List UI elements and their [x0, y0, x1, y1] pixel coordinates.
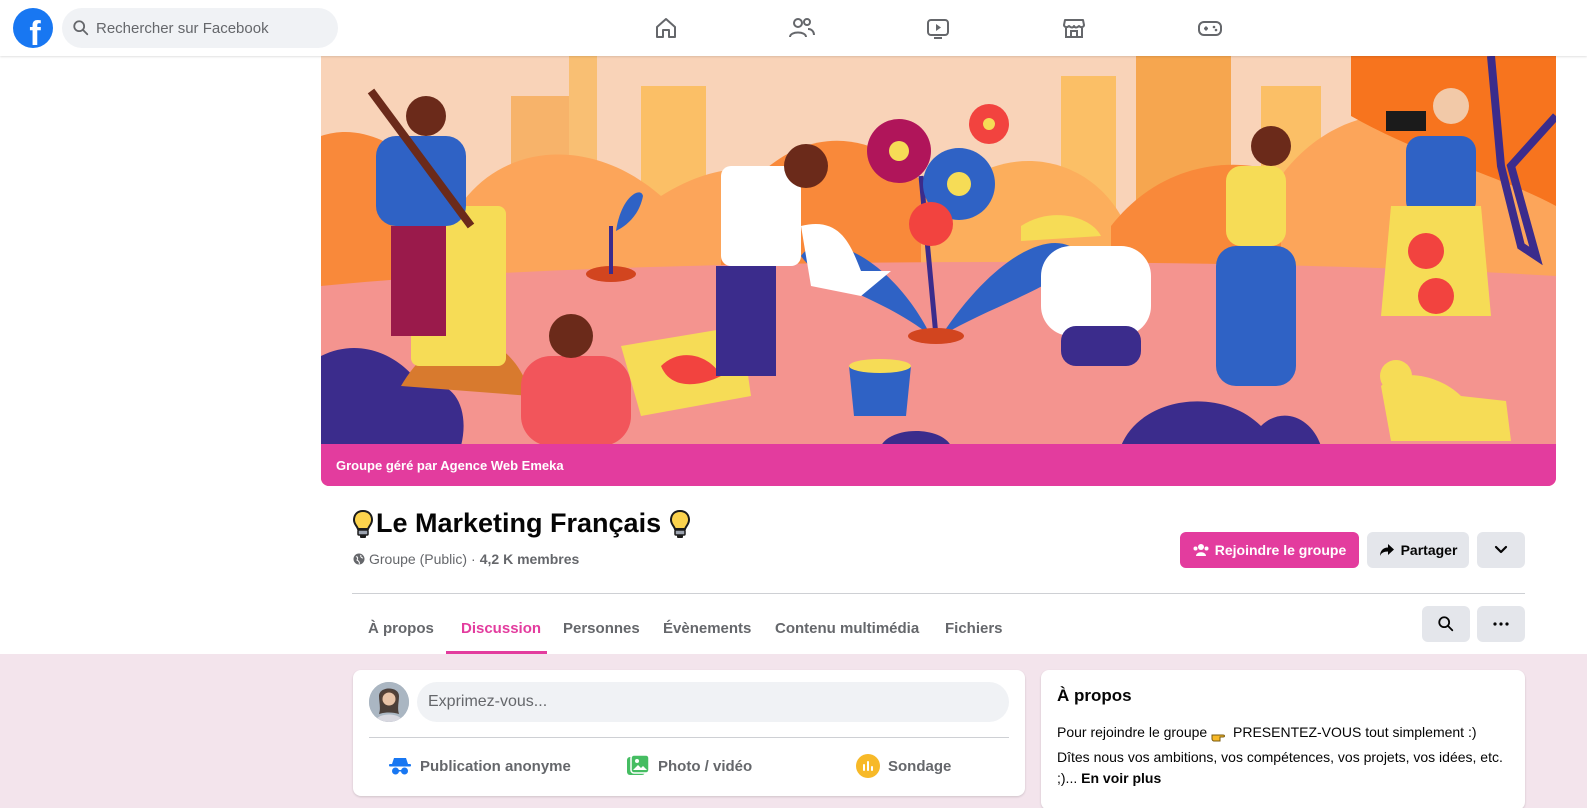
tab-media[interactable]: Contenu multimédia — [759, 604, 935, 652]
lightbulb-icon — [352, 509, 374, 538]
composer-input[interactable]: Exprimez-vous... — [417, 682, 1009, 722]
tab-discussion[interactable]: Discussion — [445, 604, 557, 652]
anonymous-icon — [389, 758, 411, 775]
header-divider — [352, 593, 1525, 594]
lightbulb-icon — [670, 509, 691, 538]
photo-icon — [627, 754, 650, 775]
pointing-hand-icon — [1211, 727, 1229, 742]
meta-separator: · — [471, 551, 476, 567]
avatar[interactable] — [369, 682, 409, 722]
about-line-1-start: Pour rejoindre le groupe — [1057, 724, 1208, 740]
member-count[interactable]: 4,2 K membres — [480, 551, 580, 567]
anonymous-post-button[interactable]: Publication anonyme — [388, 750, 571, 782]
search-input[interactable] — [96, 19, 316, 37]
poll-button[interactable]: Sondage — [856, 750, 951, 782]
search-box[interactable] — [62, 8, 338, 48]
share-icon — [1379, 544, 1394, 556]
poll-icon — [856, 754, 880, 778]
cover-illustration — [321, 56, 1556, 486]
chevron-down-icon — [1494, 545, 1508, 554]
composer-divider — [369, 737, 1009, 738]
share-label: Partager — [1400, 542, 1458, 558]
about-card: À propos Pour rejoindre le groupe PRESEN… — [1041, 670, 1525, 808]
tab-people[interactable]: Personnes — [547, 604, 656, 652]
poll-label: Sondage — [888, 757, 952, 775]
join-group-label: Rejoindre le groupe — [1214, 542, 1347, 558]
group-title: Le Marketing Français — [352, 508, 691, 539]
search-icon — [73, 20, 89, 36]
search-icon — [1438, 616, 1454, 632]
group-name: Le Marketing Français — [376, 508, 662, 538]
managed-by-banner: Groupe géré par Agence Web Emeka — [321, 444, 1556, 486]
more-options-button[interactable] — [1477, 532, 1525, 568]
about-line-2: Dîtes nous vos ambitions, vos compétence… — [1057, 747, 1509, 789]
tab-files[interactable]: Fichiers — [929, 604, 1019, 652]
globe-icon — [353, 553, 365, 565]
group-cover-photo[interactable]: Groupe géré par Agence Web Emeka — [321, 56, 1556, 486]
gaming-icon[interactable] — [1194, 12, 1226, 44]
group-icon — [1193, 544, 1209, 556]
post-composer: Exprimez-vous... Publication anonyme Pho… — [353, 670, 1025, 796]
active-tab-indicator — [446, 651, 547, 654]
photo-video-label: Photo / vidéo — [658, 757, 753, 775]
top-navigation-bar: f — [0, 0, 1587, 56]
group-more-button[interactable] — [1477, 606, 1525, 642]
tab-about[interactable]: À propos — [352, 604, 450, 652]
more-dots-icon — [1493, 622, 1509, 626]
anonymous-post-label: Publication anonyme — [420, 757, 571, 775]
about-line-1: Pour rejoindre le groupe PRESENTEZ-VOUS … — [1057, 722, 1509, 743]
group-search-button[interactable] — [1422, 606, 1470, 642]
friends-icon[interactable] — [786, 12, 818, 44]
group-meta: Groupe (Public) · 4,2 K membres — [353, 551, 579, 567]
see-more-link[interactable]: En voir plus — [1081, 770, 1161, 786]
facebook-logo[interactable]: f — [13, 8, 53, 48]
about-line-1-end: PRESENTEZ-VOUS tout simplement :) — [1233, 724, 1477, 740]
about-title: À propos — [1057, 686, 1132, 705]
home-icon[interactable] — [650, 12, 682, 44]
photo-video-button[interactable]: Photo / vidéo — [626, 750, 752, 782]
marketplace-icon[interactable] — [1058, 12, 1090, 44]
share-button[interactable]: Partager — [1367, 532, 1469, 568]
join-group-button[interactable]: Rejoindre le groupe — [1180, 532, 1359, 568]
watch-icon[interactable] — [922, 12, 954, 44]
group-privacy: Groupe (Public) — [369, 551, 468, 567]
tab-events[interactable]: Évènements — [647, 604, 767, 652]
